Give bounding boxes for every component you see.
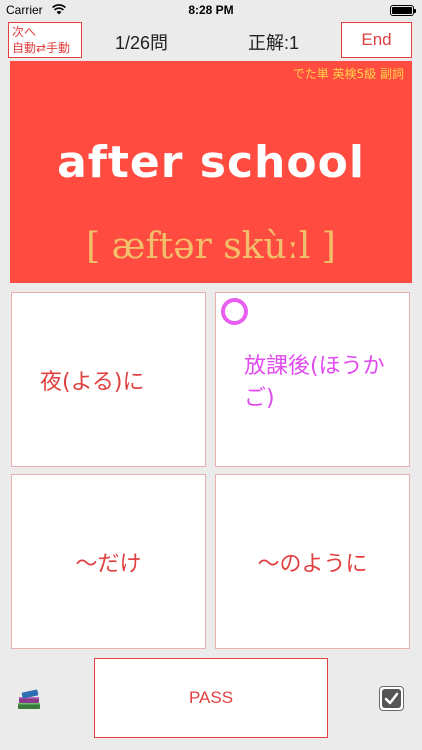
checkmark-icon [382,689,401,708]
choice-button-2[interactable]: 放課後(ほうかご) [215,292,410,467]
english-word: after school [57,137,365,188]
status-time: 8:28 PM [188,3,234,17]
status-bar: Carrier 8:28 PM [0,0,422,20]
choice-button-3[interactable]: ～だけ [11,474,206,649]
choice-button-1[interactable]: 夜(よる)に [11,292,206,467]
card-tag: でた単 英検5級 副詞 [292,67,404,81]
choice-label: ～だけ [75,551,142,577]
phonetic-transcription: [ æftər skùːl ] [86,226,336,267]
choice-label: 夜(よる)に [40,369,145,395]
question-counter: 1/26問 [115,33,169,53]
auto-manual-toggle-button[interactable]: 次へ 自動⇄手動 [8,22,82,58]
checkbox-checked-icon[interactable] [379,686,404,711]
end-button[interactable]: End [341,22,412,58]
toggle-label-mode: 自動⇄手動 [12,41,71,55]
choice-button-4[interactable]: ～のように [215,474,410,649]
correct-score: 正解:1 [248,33,300,53]
pass-button[interactable]: PASS [94,658,328,738]
battery-icon [390,5,416,16]
choice-label: 放課後(ほうかご) [244,353,385,411]
books-icon[interactable] [16,686,42,712]
word-card: でた単 英検5級 副詞 after school [ æftər skùːl ] [10,61,412,283]
toggle-label-next: 次へ [12,25,37,39]
choice-label: ～のように [257,551,368,577]
correct-circle-icon [221,298,248,325]
